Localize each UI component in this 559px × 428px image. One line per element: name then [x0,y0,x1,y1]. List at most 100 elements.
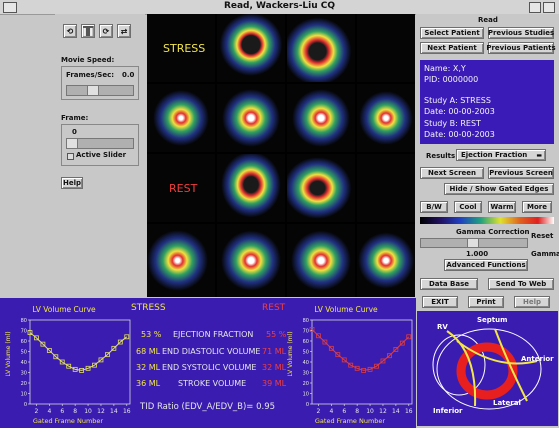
chart-title: LV Volume Curve [32,305,96,314]
rewind-icon: ⟲ [66,26,74,36]
rewind-button[interactable]: ⟲ [63,24,77,38]
warm-colormap-button[interactable]: Warm [488,201,516,213]
results-value: Ejection Fraction [461,151,528,159]
stress-sa-2[interactable] [217,84,285,152]
more-colormap-button[interactable]: More [522,201,552,213]
previous-patients-button[interactable]: Previous Patients [486,42,556,54]
movie-speed-slider[interactable] [66,85,134,96]
stress-sa-4[interactable] [357,84,415,152]
y-tick-label: 70 [303,329,309,335]
exit-button[interactable]: EXIT [422,296,458,308]
y-tick-label: 10 [21,392,27,398]
x-axis-label: Gated Frame Number [315,417,386,425]
rest-sa-4[interactable] [357,224,415,297]
gamma-label: Gamma [531,250,559,258]
y-tick-label: 30 [303,371,309,377]
gamma-correction-label: Gamma Correction [456,228,530,236]
minimize-button[interactable] [529,2,541,13]
x-tick-label: 2 [35,408,39,415]
y-axis-label: LV Volume (ml) [5,331,12,376]
help-right-button[interactable]: Help [514,296,550,308]
previous-screen-button[interactable]: Previous Screen [488,167,554,179]
rest-hla-image[interactable] [287,154,355,222]
study-a-date: Date: 00-00-2003 [424,107,495,116]
image-grid: STRESS REST [147,14,415,297]
y-tick-label: 10 [303,392,309,398]
x-tick-label: 8 [73,408,77,415]
loop-icon: ⇄ [120,26,128,36]
rv-label: RV [437,323,448,331]
stress-label-cell: STRESS [147,14,215,82]
stress-sa-3[interactable] [287,84,355,152]
database-button[interactable]: Data Base [420,278,478,290]
esv-label: END SYSTOLIC VOLUME [162,363,257,372]
series-line [29,332,128,371]
rest-vla-image[interactable] [217,154,285,222]
previous-studies-button[interactable]: Previous Studies [488,27,554,39]
hide-show-gated-edges-button[interactable]: Hide / Show Gated Edges [444,183,554,195]
help-button[interactable]: Help [61,177,83,189]
gamma-slider[interactable] [420,238,528,248]
rest-sa-2[interactable] [217,224,285,297]
next-screen-button[interactable]: Next Screen [420,167,484,179]
window-title: Read, Wackers-Liu CQ [223,1,336,11]
color-scale-bar [420,217,554,224]
inferior-label: Inferior [433,407,463,415]
x-tick-label: 6 [60,408,64,415]
print-button[interactable]: Print [468,296,504,308]
bw-colormap-button[interactable]: B/W [420,201,448,213]
heart-diagram: RV Septum Anterior Lateral Inferior [417,311,558,426]
frame-value: 0 [72,128,77,136]
right-control-panel: Read Select Patient Previous Studies Nex… [416,14,559,297]
study-b-date: Date: 00-00-2003 [424,130,495,139]
select-patient-button[interactable]: Select Patient [420,27,484,39]
forward-button[interactable]: ⟳ [99,24,113,38]
y-tick-label: 60 [21,339,27,345]
x-tick-label: 16 [405,408,413,415]
y-tick-label: 70 [21,329,27,335]
rest-frame-4[interactable] [357,154,415,222]
gamma-slider-thumb[interactable] [467,239,479,247]
loop-button[interactable]: ⇄ [117,24,131,38]
chart-marks: 0 10 20 30 40 50 60 70 80 2 4 6 8 10 12 14 16 [303,318,413,415]
frames-per-sec-label: Frames/Sec: [66,71,115,79]
pause-icon: ❚❚ [81,26,95,36]
anterior-label: Anterior [521,355,554,363]
maximize-button[interactable] [543,2,555,13]
x-tick-label: 6 [342,408,346,415]
advanced-functions-button[interactable]: Advanced Functions [444,259,528,271]
lateral-label: Lateral [493,399,521,407]
pause-button[interactable]: ❚❚ [81,24,95,38]
x-tick-label: 14 [110,408,118,415]
stress-hla-image[interactable] [287,14,355,82]
frame-slider-thumb[interactable] [67,139,78,148]
y-tick-label: 60 [303,339,309,345]
results-dropdown[interactable]: Ejection Fraction ▬ [456,149,546,161]
edv-stress-value: 68 ML [136,347,161,356]
gamma-value: 1.000 [466,250,489,258]
x-tick-label: 10 [366,408,374,415]
y-tick-label: 0 [306,402,309,408]
stress-sa-1[interactable] [147,84,215,152]
edv-label: END DIASTOLIC VOLUME [162,347,261,356]
stress-volume-chart: LV Volume Curve LV Volume (ml) Gated Fra… [5,305,131,425]
movie-speed-group: Frames/Sec: 0.0 [61,66,139,100]
cool-colormap-button[interactable]: Cool [454,201,482,213]
rest-sa-1[interactable] [147,224,215,297]
septum-label: Septum [477,316,507,324]
sv-rest-value: 39 ML [262,379,287,388]
x-tick-label: 12 [97,408,105,415]
x-tick-label: 14 [392,408,400,415]
frame-slider[interactable] [66,138,134,149]
stress-label: STRESS [163,42,206,55]
active-slider-checkbox[interactable] [67,153,74,160]
rest-sa-3[interactable] [287,224,355,297]
movie-speed-slider-thumb[interactable] [87,86,99,95]
stress-frame-4[interactable] [357,14,415,82]
bottom-right-panel: EXIT Print Help RV Septum Anterior Later… [416,296,559,428]
esv-stress-value: 32 ML [136,363,161,372]
send-to-web-button[interactable]: Send To Web [488,278,554,290]
chart-title: LV Volume Curve [314,305,378,314]
next-patient-button[interactable]: Next Patient [420,42,484,54]
stress-vla-image[interactable] [217,14,285,82]
